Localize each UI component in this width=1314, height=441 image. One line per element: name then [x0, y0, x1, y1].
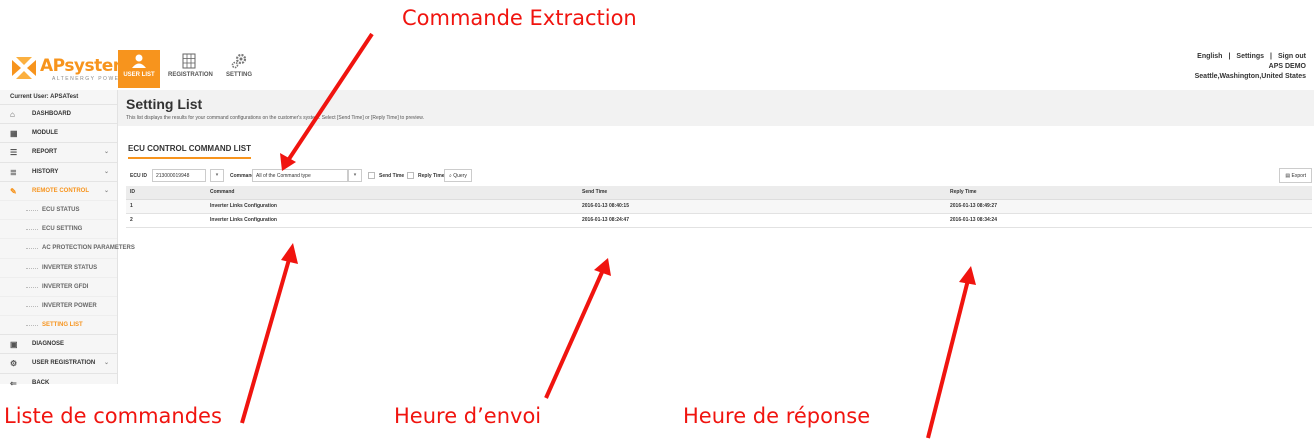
camera-icon: ▣ [10, 340, 18, 350]
sidebar-item-label: BACK [32, 379, 50, 386]
module-grid-icon: ▦ [10, 129, 18, 139]
section-title: ECU CONTROL COMMAND LIST [128, 144, 251, 159]
tab-registration[interactable]: REGISTRATION [168, 50, 213, 88]
col-header-id[interactable]: ID [126, 186, 206, 200]
sidebar-subitem-ac-protection[interactable]: AC PROTECTION PARAMETERS [0, 238, 135, 257]
logo-mark-icon [12, 57, 36, 79]
cell-command: Inverter Links Configuration [206, 199, 578, 214]
back-icon: ⇐ [10, 378, 17, 388]
sidebar-item-back[interactable]: ⇐ BACK [0, 372, 117, 392]
annotation-send-time: Heure d’envoi [394, 404, 542, 428]
header-links: English | Settings | Sign out APS DEMO Seatt… [1194, 53, 1306, 80]
cell-send-time: 2016-01-13 08:40:15 [578, 199, 946, 214]
sidebar-subitem-ecu-setting[interactable]: ECU SETTING [0, 219, 117, 238]
reply-time-checkbox[interactable] [407, 172, 414, 179]
user-location: Seattle,Washington,United States [1194, 73, 1306, 80]
annotation-command-extraction: Commande Extraction [402, 6, 637, 30]
sidebar-item-label: REPORT [32, 149, 58, 156]
sidebar-subitem-inverter-status[interactable]: INVERTER STATUS [0, 257, 117, 277]
table-row[interactable]: 1 Inverter Links Configuration 2016-01-1… [126, 199, 1312, 214]
sidebar-item-label: USER REGISTRATION [32, 360, 96, 367]
chevron-down-icon: ⌄ [104, 360, 110, 367]
page-description: This list displays the results for your … [126, 115, 425, 121]
cell-id: 2 [126, 213, 206, 228]
sidebar-item-label: REMOTE CONTROL [32, 187, 89, 194]
list-icon: ☰ [10, 148, 18, 158]
chevron-down-icon: ⌄ [104, 168, 110, 175]
sidebar-item-user-registration[interactable]: ⚙ USER REGISTRATION ⌄ [0, 353, 117, 372]
top-header: APsystems ALTENERGY POWER USER LIST REGI… [0, 44, 1314, 90]
tab-user-list-label: USER LIST [123, 72, 155, 78]
home-icon: ⌂ [10, 110, 15, 119]
signout-link[interactable]: Sign out [1278, 53, 1306, 60]
page-title: Setting List [126, 96, 203, 112]
sidebar-subitem-inverter-gfdi[interactable]: INVERTER GFDI [0, 276, 117, 296]
sidebar-item-history[interactable]: ≣ HISTORY ⌄ [0, 161, 117, 181]
sidebar-item-remote-control[interactable]: ✎ REMOTE CONTROL ⌄ [0, 180, 117, 200]
ecu-id-label: ECU ID [130, 173, 147, 179]
gear-icon [231, 53, 247, 69]
sidebar-item-label: HISTORY [32, 168, 59, 175]
sidebar-item-report[interactable]: ☰ REPORT ⌄ [0, 142, 117, 161]
chevron-down-icon: ⌄ [104, 149, 110, 156]
apsystems-logo[interactable]: APsystems ALTENERGY POWER [10, 54, 140, 84]
query-button-label: Query [453, 173, 467, 179]
ecu-id-select[interactable]: 213000019948 [152, 169, 206, 182]
user-name: APS DEMO [1268, 63, 1306, 70]
tab-setting-label: SETTING [225, 72, 252, 78]
main-content: Setting List This list displays the resu… [118, 90, 1314, 384]
users-icon [132, 54, 146, 68]
query-button[interactable]: ⌕ Query [444, 169, 472, 182]
database-icon: ≣ [10, 167, 17, 177]
search-icon: ⌕ [449, 173, 452, 179]
command-table: ID Command Send Time Reply Time 1 Invert… [126, 186, 1312, 228]
send-time-label: Send Time [379, 173, 405, 179]
annotation-reply-time: Heure de réponse [683, 404, 871, 428]
sidebar-item-label: DIAGNOSE [32, 341, 65, 348]
logo-subtitle: ALTENERGY POWER [52, 76, 125, 82]
grid-icon [182, 53, 196, 69]
command-label: Command [230, 173, 255, 179]
tab-user-list[interactable]: USER LIST [118, 50, 160, 88]
page-header: Setting List This list displays the resu… [118, 90, 1314, 126]
current-user: Current User: APSATest [10, 94, 79, 100]
sidebar-item-dashboard[interactable]: ⌂ DASHBOARD [0, 104, 117, 123]
filter-bar: ECU ID 213000019948 ▾ Command All of the… [126, 168, 1312, 184]
tab-registration-label: REGISTRATION [168, 72, 213, 78]
export-button-label: Export [1291, 173, 1306, 179]
annotation-command-list: Liste de commandes [4, 404, 222, 428]
command-select[interactable]: All of the Command type [252, 169, 348, 182]
cell-send-time: 2016-01-13 08:24:47 [578, 213, 946, 228]
settings-link[interactable]: Settings [1236, 53, 1264, 60]
wrench-icon: ✎ [10, 186, 17, 196]
cell-command: Inverter Links Configuration [206, 213, 578, 228]
send-time-checkbox[interactable] [368, 172, 375, 179]
col-header-send-time[interactable]: Send Time [578, 186, 946, 200]
chevron-down-icon: ⌄ [104, 187, 110, 194]
tab-setting[interactable]: SETTING [218, 50, 260, 88]
chevron-down-icon[interactable]: ▾ [348, 169, 362, 182]
chevron-down-icon[interactable]: ▾ [210, 169, 224, 182]
export-button[interactable]: ▤ Export [1279, 168, 1312, 183]
table-header-row: ID Command Send Time Reply Time [126, 186, 1312, 200]
language-link[interactable]: English [1197, 53, 1222, 60]
export-icon: ▤ [1285, 173, 1291, 179]
sidebar-item-module[interactable]: ▦ MODULE [0, 123, 117, 142]
col-header-command[interactable]: Command [206, 186, 578, 200]
gears-icon: ⚙ [10, 359, 18, 369]
table-row[interactable]: 2 Inverter Links Configuration 2016-01-1… [126, 213, 1312, 228]
cell-id: 1 [126, 199, 206, 214]
cell-reply-time: 2016-01-13 08:49:27 [946, 199, 1312, 214]
cell-reply-time: 2016-01-13 08:34:24 [946, 213, 1312, 228]
sidebar-item-label: DASHBOARD [32, 111, 71, 117]
sidebar-item-label: MODULE [32, 130, 58, 137]
sidebar-item-diagnose[interactable]: ▣ DIAGNOSE [0, 334, 117, 353]
sidebar-subitem-setting-list[interactable]: SETTING LIST [0, 315, 117, 334]
sidebar-subitem-ecu-status[interactable]: ECU STATUS [0, 199, 117, 219]
sidebar: Current User: APSATest ⌂ DASHBOARD ▦ MOD… [0, 90, 135, 388]
sidebar-subitem-inverter-power[interactable]: INVERTER POWER [0, 295, 117, 315]
col-header-reply-time[interactable]: Reply Time [946, 186, 1312, 200]
reply-time-label: Reply Time [418, 173, 445, 179]
